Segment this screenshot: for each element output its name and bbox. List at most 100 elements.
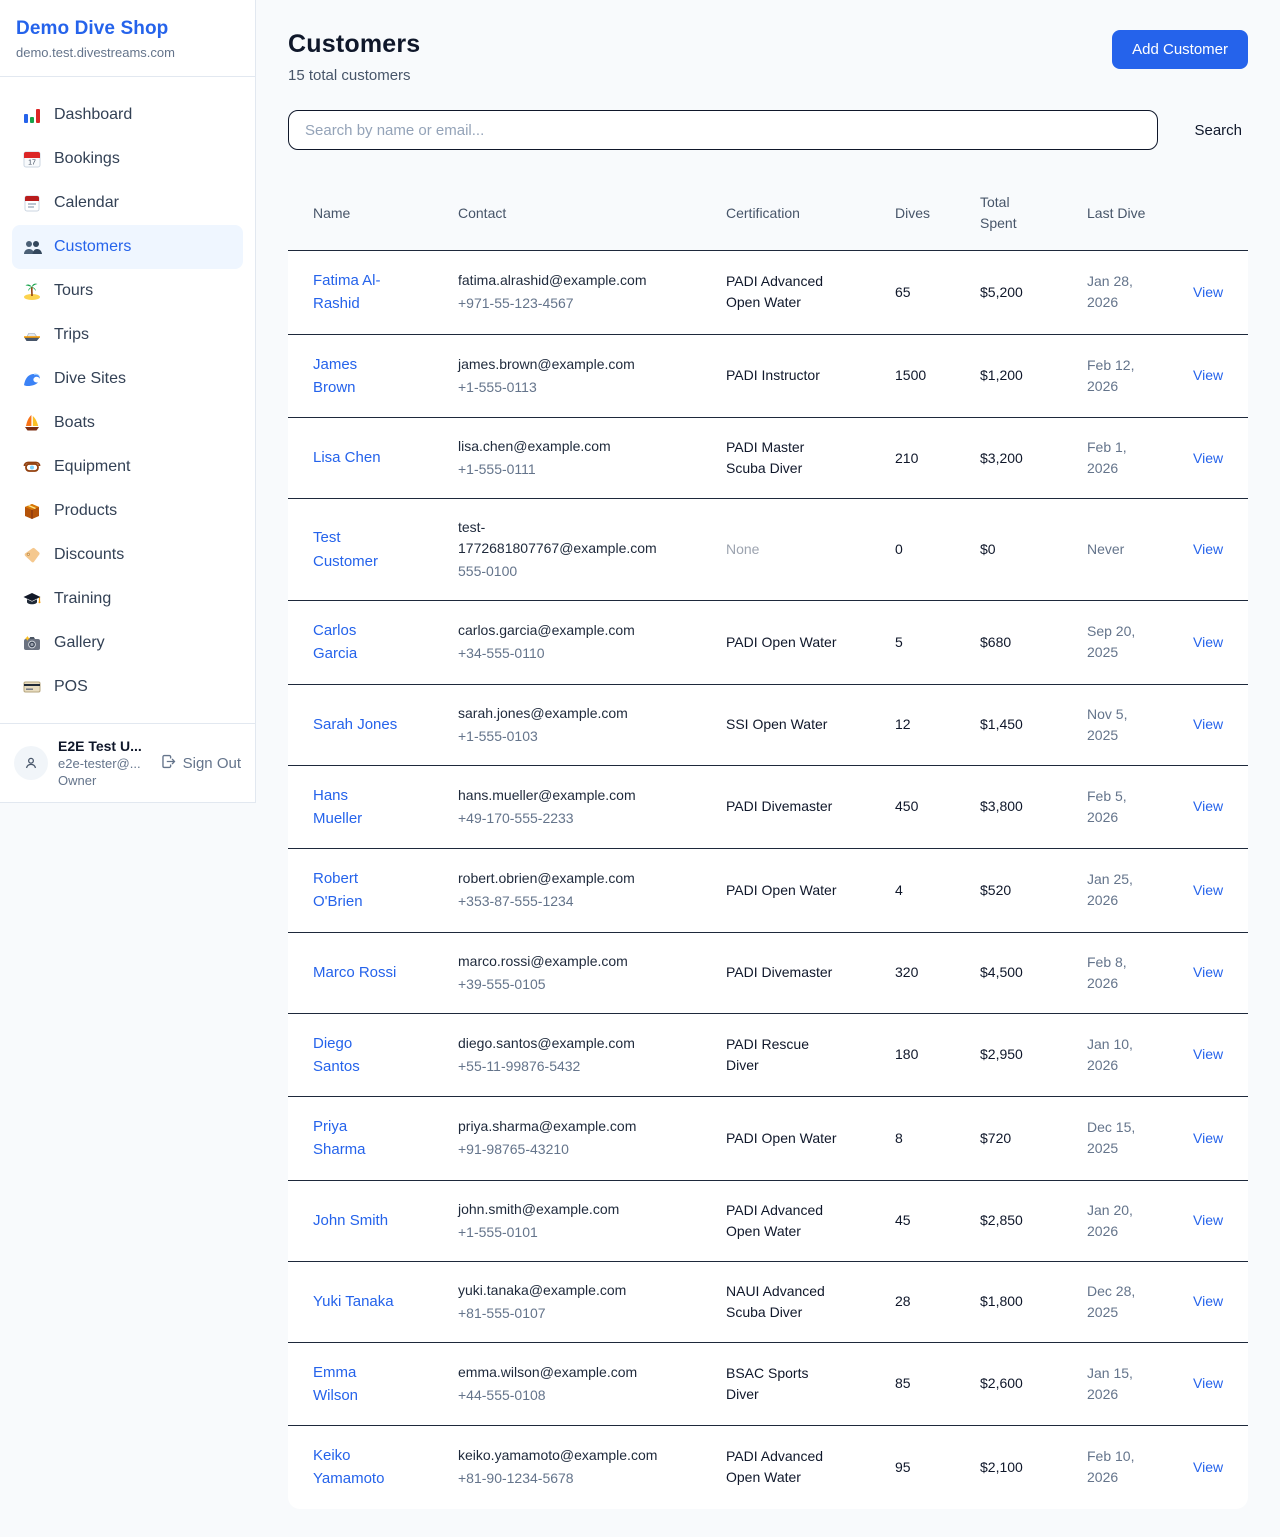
customer-name-link[interactable]: Marco Rossi — [313, 961, 396, 984]
customer-name-cell: Lisa Chen — [288, 428, 458, 487]
sidebar-item-products[interactable]: Products — [12, 489, 243, 533]
table-row: Hans Mueller hans.mueller@example.com +4… — [288, 765, 1248, 849]
page-header: Customers 15 total customers Add Custome… — [288, 30, 1248, 84]
sidebar-item-calendar[interactable]: Calendar — [12, 181, 243, 225]
sidebar-item-equipment[interactable]: Equipment — [12, 445, 243, 489]
sidebar-item-dive-sites[interactable]: Dive Sites — [12, 357, 243, 401]
view-link[interactable]: View — [1193, 716, 1223, 732]
sidebar-item-tours[interactable]: Tours — [12, 269, 243, 313]
customer-last-dive: Never — [1087, 521, 1193, 578]
view-link[interactable]: View — [1193, 964, 1223, 980]
package-icon — [22, 501, 42, 521]
customer-dives: 180 — [895, 1026, 980, 1083]
customer-action-cell: View — [1193, 430, 1248, 487]
column-header-name: Name — [288, 187, 458, 240]
customer-name-cell: John Smith — [288, 1191, 458, 1250]
column-header-actions — [1193, 197, 1248, 229]
customer-email: fatima.alrashid@example.com — [458, 270, 660, 291]
customer-action-cell: View — [1193, 1439, 1248, 1496]
sidebar-item-dashboard[interactable]: Dashboard — [12, 93, 243, 137]
customer-email: emma.wilson@example.com — [458, 1362, 660, 1383]
customer-name-link[interactable]: Fatima Al-Rashid — [313, 269, 401, 316]
view-link[interactable]: View — [1193, 1293, 1223, 1309]
view-link[interactable]: View — [1193, 541, 1223, 557]
customer-contact-cell: john.smith@example.com +1-555-0101 — [458, 1181, 726, 1261]
view-link[interactable]: View — [1193, 882, 1223, 898]
view-link[interactable]: View — [1193, 1459, 1223, 1475]
view-link[interactable]: View — [1193, 1046, 1223, 1062]
customer-name-link[interactable]: Diego Santos — [313, 1032, 401, 1079]
customer-last-dive: Sep 20, 2025 — [1087, 603, 1193, 681]
sidebar-item-bookings[interactable]: 17 Bookings — [12, 137, 243, 181]
customer-contact-cell: diego.santos@example.com +55-11-99876-54… — [458, 1015, 726, 1095]
sidebar-item-pos[interactable]: POS — [12, 665, 243, 709]
customer-name-cell: Yuki Tanaka — [288, 1272, 458, 1331]
customer-phone: +971-55-123-4567 — [458, 293, 660, 314]
view-link[interactable]: View — [1193, 1212, 1223, 1228]
customer-name-link[interactable]: Sarah Jones — [313, 713, 397, 736]
customer-name-link[interactable]: Yuki Tanaka — [313, 1290, 394, 1313]
customer-certification: PADI Divemaster — [726, 944, 895, 1001]
customer-last-dive: Feb 8, 2026 — [1087, 934, 1193, 1012]
customer-contact-cell: emma.wilson@example.com +44-555-0108 — [458, 1344, 726, 1424]
customer-phone: +39-555-0105 — [458, 974, 660, 995]
sidebar-item-trips[interactable]: Trips — [12, 313, 243, 357]
sidebar-item-discounts[interactable]: Discounts — [12, 533, 243, 577]
customer-action-cell: View — [1193, 1273, 1248, 1330]
sidebar-item-customers[interactable]: Customers — [12, 225, 243, 269]
customer-name-link[interactable]: James Brown — [313, 353, 401, 400]
customer-action-cell: View — [1193, 521, 1248, 578]
customer-name-link[interactable]: John Smith — [313, 1209, 388, 1232]
customer-dives: 1500 — [895, 347, 980, 404]
column-header-last-dive: Last Dive — [1087, 187, 1193, 240]
customer-email: marco.rossi@example.com — [458, 951, 660, 972]
customer-last-dive: Feb 10, 2026 — [1087, 1428, 1193, 1506]
view-link[interactable]: View — [1193, 634, 1223, 650]
customer-name-link[interactable]: Emma Wilson — [313, 1361, 401, 1408]
sidebar-item-boats[interactable]: Boats — [12, 401, 243, 445]
sidebar-item-training[interactable]: Training — [12, 577, 243, 621]
customer-last-dive: Jan 28, 2026 — [1087, 253, 1193, 331]
svg-text:17: 17 — [28, 160, 36, 167]
customer-name-link[interactable]: Hans Mueller — [313, 784, 401, 831]
view-link[interactable]: View — [1193, 367, 1223, 383]
view-link[interactable]: View — [1193, 1375, 1223, 1391]
customer-name-link[interactable]: Carlos Garcia — [313, 619, 401, 666]
customer-action-cell: View — [1193, 614, 1248, 671]
column-header-total-spent: Total Spent — [980, 176, 1087, 250]
customer-phone: +1-555-0103 — [458, 726, 660, 747]
sidebar-item-label: Calendar — [54, 194, 119, 212]
column-header-dives: Dives — [895, 187, 980, 240]
view-link[interactable]: View — [1193, 1130, 1223, 1146]
customer-certification: None — [726, 521, 895, 578]
search-button[interactable]: Search — [1188, 114, 1248, 147]
customer-action-cell: View — [1193, 862, 1248, 919]
customer-email: keiko.yamamoto@example.com — [458, 1445, 660, 1466]
customer-name-link[interactable]: Robert O'Brien — [313, 867, 401, 914]
view-link[interactable]: View — [1193, 798, 1223, 814]
view-link[interactable]: View — [1193, 284, 1223, 300]
customer-dives: 45 — [895, 1192, 980, 1249]
customer-certification: PADI Open Water — [726, 1110, 895, 1167]
customer-email: james.brown@example.com — [458, 354, 660, 375]
customer-last-dive: Nov 5, 2025 — [1087, 686, 1193, 764]
customer-action-cell: View — [1193, 778, 1248, 835]
customer-last-dive: Jan 15, 2026 — [1087, 1345, 1193, 1423]
customer-name-link[interactable]: Lisa Chen — [313, 446, 381, 469]
sign-out-button[interactable]: Sign Out — [160, 753, 241, 774]
table-row: Marco Rossi marco.rossi@example.com +39-… — [288, 932, 1248, 1013]
calendar-icon — [22, 193, 42, 213]
search-input[interactable] — [288, 110, 1158, 150]
customer-name-link[interactable]: Priya Sharma — [313, 1115, 401, 1162]
customer-phone: +55-11-99876-5432 — [458, 1056, 660, 1077]
column-header-certification: Certification — [726, 187, 895, 240]
user-info: E2E Test U... e2e-tester@... Owner — [58, 738, 150, 788]
customer-name-cell: Diego Santos — [288, 1014, 458, 1097]
sidebar-item-gallery[interactable]: Gallery — [12, 621, 243, 665]
view-link[interactable]: View — [1193, 450, 1223, 466]
customer-name-link[interactable]: Keiko Yamamoto — [313, 1444, 401, 1491]
customer-last-dive: Jan 25, 2026 — [1087, 851, 1193, 929]
customer-name-link[interactable]: Test Customer — [313, 526, 401, 573]
add-customer-button[interactable]: Add Customer — [1112, 30, 1248, 69]
customer-phone: +1-555-0101 — [458, 1222, 660, 1243]
